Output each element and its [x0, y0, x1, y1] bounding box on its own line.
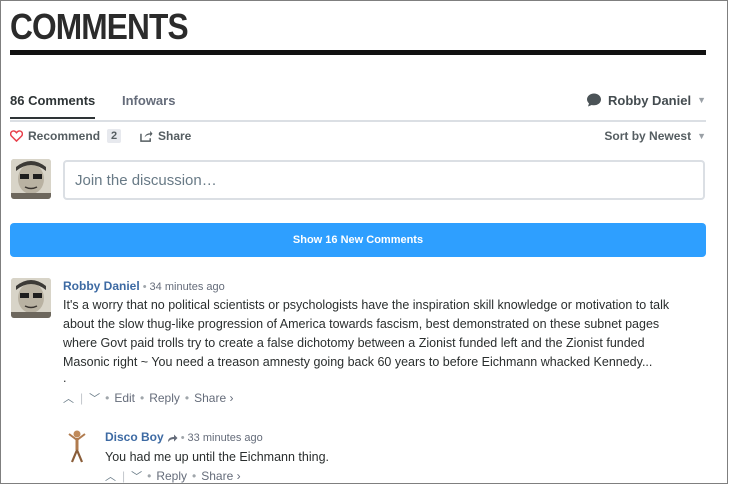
comment-body: You had me up until the Eichmann thing.	[105, 448, 705, 467]
edit-link[interactable]: Edit	[114, 391, 135, 405]
show-new-comments-button[interactable]: Show 16 New Comments	[10, 223, 706, 257]
heart-icon	[10, 130, 23, 142]
share-link[interactable]: Share ›	[201, 469, 240, 483]
comment-header: Disco Boy • 33 minutes ago	[105, 430, 263, 444]
comment-timestamp[interactable]: 34 minutes ago	[150, 281, 225, 293]
share-button[interactable]: Share	[140, 129, 191, 143]
comment-line: It's a worry that no political scientist…	[63, 298, 670, 312]
comment-author[interactable]: Disco Boy	[105, 430, 164, 444]
comments-nav: 86 Comments Infowars Robby Daniel ▼	[10, 90, 706, 122]
reply-link[interactable]: Reply	[149, 391, 180, 405]
avatar[interactable]	[64, 428, 90, 464]
chevron-down-icon: ▼	[697, 131, 706, 141]
avatar[interactable]	[11, 278, 51, 318]
reply-arrow-icon	[167, 434, 178, 442]
thread-actions: Recommend 2 Share Sort by Newest ▼	[10, 128, 706, 148]
upvote-icon[interactable]: ︿	[105, 468, 116, 484]
user-menu[interactable]: Robby Daniel ▼	[586, 92, 706, 108]
title-divider	[10, 50, 706, 55]
sort-dropdown[interactable]: Sort by Newest ▼	[604, 129, 706, 143]
comment-body: It's a worry that no political scientist…	[63, 296, 708, 384]
dancer-figure-icon	[68, 430, 86, 463]
sort-label: Sort by Newest	[604, 129, 692, 143]
comment-actions: ︿ | ﹀ • Reply • Share ›	[105, 468, 241, 484]
comment-header: Robby Daniel • 34 minutes ago	[63, 279, 225, 293]
comment-line: You had me up until the Eichmann thing.	[105, 450, 329, 464]
user-photo	[11, 278, 51, 318]
recommend-count-badge: 2	[107, 129, 122, 143]
comment-line: .	[63, 371, 67, 385]
chevron-down-icon: ▼	[697, 95, 706, 105]
share-link[interactable]: Share ›	[194, 391, 233, 405]
downvote-icon[interactable]: ﹀	[89, 390, 100, 406]
chat-bubble-icon	[587, 93, 601, 107]
comment-author[interactable]: Robby Daniel	[63, 279, 140, 293]
comment-line: about the slow thug-like progression of …	[63, 317, 660, 331]
downvote-icon[interactable]: ﹀	[131, 468, 142, 484]
share-icon	[140, 130, 153, 142]
page-title: COMMENTS	[10, 6, 189, 47]
user-name: Robby Daniel	[608, 92, 692, 108]
recommend-label: Recommend	[28, 129, 101, 143]
comment-actions: ︿ | ﹀ • Edit • Reply • Share ›	[63, 390, 234, 406]
comment-line: Masonic right ~ You need a treason amnes…	[63, 355, 653, 369]
comment-timestamp[interactable]: 33 minutes ago	[188, 432, 263, 444]
tab-comment-count[interactable]: 86 Comments	[10, 93, 96, 119]
comment-line: where Govt paid trolls try to create a f…	[63, 336, 645, 350]
avatar[interactable]	[11, 159, 51, 199]
recommend-button[interactable]: Recommend 2	[10, 129, 122, 143]
reply-link[interactable]: Reply	[156, 469, 187, 483]
upvote-icon[interactable]: ︿	[63, 390, 74, 406]
user-photo	[11, 159, 51, 199]
share-label: Share	[158, 129, 192, 143]
tab-community[interactable]: Infowars	[122, 93, 175, 108]
comment-input[interactable]: Join the discussion…	[63, 160, 705, 200]
